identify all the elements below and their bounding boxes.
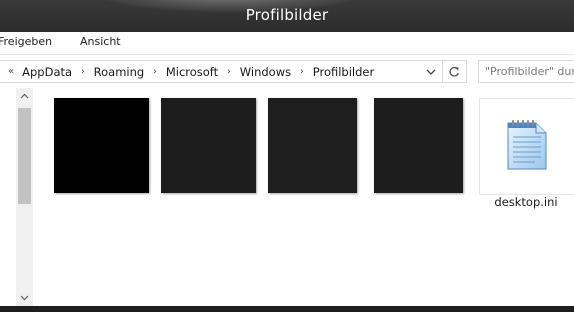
notepad-file-icon: [507, 120, 547, 170]
file-name-label: desktop.ini: [494, 195, 558, 209]
image-thumbnail-2[interactable]: [161, 98, 256, 193]
image-thumbnail-1[interactable]: [54, 98, 149, 193]
breadcrumb-appdata[interactable]: AppData: [20, 65, 74, 79]
breadcrumb-separator-icon[interactable]: ›: [146, 67, 164, 77]
breadcrumb-roaming[interactable]: Roaming: [92, 65, 147, 79]
tab-freigeben[interactable]: Freigeben: [0, 35, 52, 48]
scroll-up-icon[interactable]: [16, 89, 33, 103]
image-thumbnail-4[interactable]: [374, 98, 463, 193]
scroll-down-icon[interactable]: [16, 291, 33, 305]
address-bar[interactable]: « AppData › Roaming › Microsoft › Window…: [0, 60, 467, 83]
search-box[interactable]: [478, 60, 574, 83]
window-title: Profilbilder: [245, 6, 329, 24]
breadcrumb-separator-icon[interactable]: ›: [293, 67, 311, 77]
window-bottom-edge: [0, 306, 574, 312]
vertical-scrollbar[interactable]: [16, 88, 33, 306]
file-desktop-ini[interactable]: [479, 98, 574, 195]
breadcrumb: « AppData › Roaming › Microsoft › Window…: [0, 61, 376, 82]
scrollbar-thumb[interactable]: [18, 108, 31, 204]
breadcrumb-microsoft[interactable]: Microsoft: [164, 65, 220, 79]
image-thumbnail-3[interactable]: [268, 98, 357, 193]
breadcrumb-profilbilder[interactable]: Profilbilder: [311, 65, 376, 79]
breadcrumb-separator-icon[interactable]: ›: [74, 67, 92, 77]
tab-ansicht[interactable]: Ansicht: [80, 35, 121, 48]
refresh-icon: [449, 66, 459, 77]
chevron-down-icon: [426, 69, 436, 75]
search-input[interactable]: [479, 61, 574, 81]
file-view[interactable]: desktop.ini: [0, 88, 574, 306]
title-bar[interactable]: Profilbilder: [0, 0, 574, 32]
overflow-chevron-icon[interactable]: «: [0, 66, 20, 77]
refresh-button[interactable]: [442, 61, 465, 82]
address-dropdown-button[interactable]: [422, 61, 440, 82]
breadcrumb-windows[interactable]: Windows: [238, 65, 293, 79]
breadcrumb-separator-icon[interactable]: ›: [220, 67, 238, 77]
ribbon-tabs: Freigeben Ansicht: [0, 32, 574, 55]
